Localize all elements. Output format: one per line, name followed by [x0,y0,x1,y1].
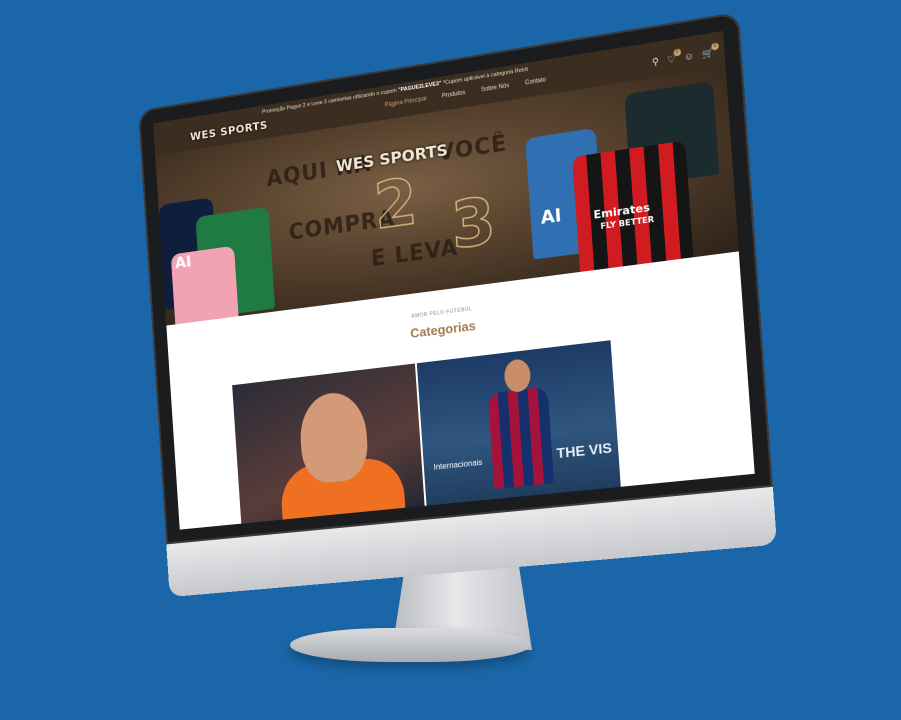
user-icon[interactable]: ☺ [684,50,694,63]
nav-products[interactable]: Produtos [442,90,466,100]
category-label: Internacionais [433,458,482,472]
sponsor-board-text: THE VIS [556,439,612,461]
wishlist-badge: 0 [673,48,681,56]
search-icon[interactable]: ⚲ [652,56,660,68]
screen: WES SPORTS Promoção Pague 2 e Leve 3 cam… [153,31,755,530]
monitor-stand-base [290,628,530,662]
promo-code: "PAGUE2LEVE3" [398,81,442,94]
player-shirt-barcelona [488,387,554,489]
category-card-national[interactable] [232,363,425,529]
jersey-sponsor-text: AI [174,252,192,272]
nav-about[interactable]: Sobre Nós [481,83,509,93]
promo-text: Promoção Pague 2 e Leve 3 camisetas util… [262,88,397,116]
monitor: WES SPORTS Promoção Pague 2 e Leve 3 cam… [138,12,777,598]
category-cards: THE VIS Internacionais [232,340,621,529]
monitor-bezel: WES SPORTS Promoção Pague 2 e Leve 3 cam… [138,12,773,545]
nav-home[interactable]: Página Principal [385,96,427,109]
heart-icon[interactable]: ♡ 0 [667,53,676,66]
nav-contact[interactable]: Contato [525,77,546,86]
jersey-sponsor-text: AI [540,205,562,229]
category-card-international[interactable]: THE VIS Internacionais [417,340,621,512]
hero-number-3: 3 [449,184,498,264]
player-photo [298,389,370,485]
hero-number-2: 2 [372,165,420,244]
cart-badge: 0 [711,42,719,50]
cart-icon[interactable]: 🛒 0 [702,47,715,60]
header-icons: ⚲ ♡ 0 ☺ 🛒 0 [652,47,715,68]
